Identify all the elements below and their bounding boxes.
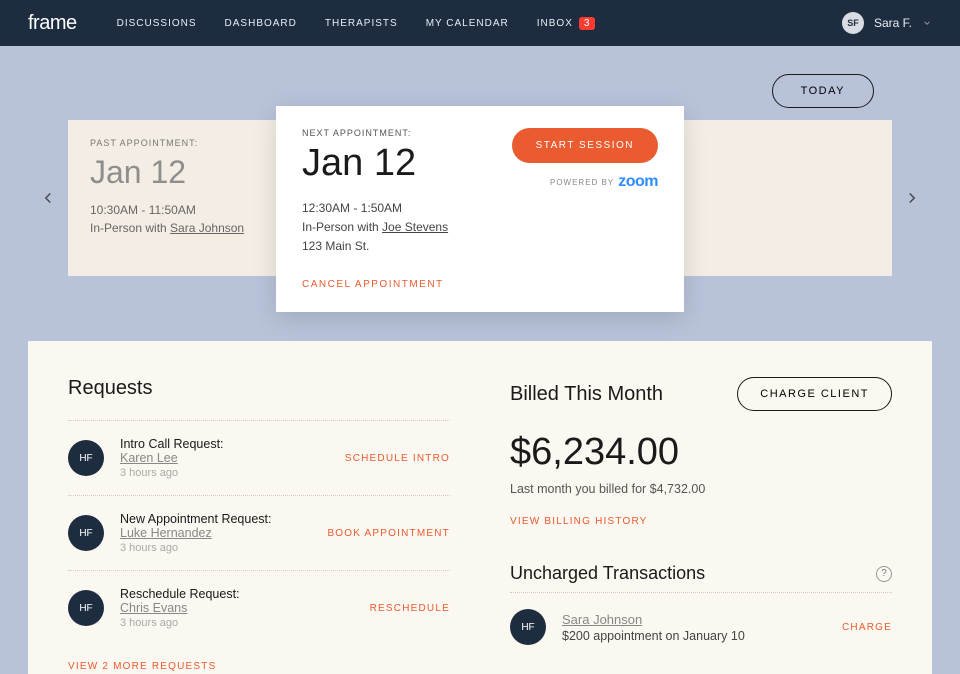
charge-client-button[interactable]: CHARGE CLIENT [737, 377, 892, 411]
schedule-intro-button[interactable]: SCHEDULE INTRO [345, 453, 450, 464]
card-client[interactable]: Joe Stevens [382, 220, 448, 234]
charge-button[interactable]: CHARGE [842, 622, 892, 633]
today-button[interactable]: TODAY [772, 74, 874, 108]
nav-item-inbox[interactable]: INBOX 3 [537, 17, 596, 30]
card-address: 123 Main St. [302, 237, 512, 256]
request-type: Intro Call Request: [120, 437, 345, 451]
card-mode: In-Person with [302, 220, 382, 234]
request-type: New Appointment Request: [120, 512, 327, 526]
chevron-down-icon [922, 18, 932, 28]
inbox-badge: 3 [579, 17, 596, 30]
billed-amount: $6,234.00 [510, 431, 892, 474]
carousel-prev-button[interactable] [28, 189, 68, 207]
card-date: Jan 12 [302, 142, 512, 185]
request-client[interactable]: Karen Lee [120, 451, 345, 465]
chevron-right-icon [903, 189, 921, 207]
transaction-item: HF Sara Johnson $200 appointment on Janu… [510, 592, 892, 661]
card-meta: 12:30AM - 1:50AM In-Person with Joe Stev… [302, 199, 512, 257]
transaction-client[interactable]: Sara Johnson [562, 612, 842, 627]
section-title: Billed This Month [510, 383, 663, 406]
request-type: Reschedule Request: [120, 587, 370, 601]
request-client[interactable]: Chris Evans [120, 601, 370, 615]
nav-item-calendar[interactable]: MY CALENDAR [426, 17, 509, 30]
card-client[interactable]: Sara Johnson [170, 221, 244, 235]
request-time: 3 hours ago [120, 617, 370, 629]
nav-item-discussions[interactable]: DISCUSSIONS [117, 17, 197, 30]
uncharged-title: Uncharged Transactions [510, 563, 705, 584]
card-label: NEXT APPOINTMENT: [302, 128, 512, 138]
avatar: HF [510, 609, 546, 645]
chevron-left-icon [39, 189, 57, 207]
request-item: HF Intro Call Request: Karen Lee 3 hours… [68, 420, 450, 495]
appointments-carousel-section: TODAY PAST APPOINTMENT: Jan 12 10:30AM -… [0, 46, 960, 331]
billing-section: Billed This Month CHARGE CLIENT $6,234.0… [510, 377, 892, 674]
help-icon[interactable]: ? [876, 566, 892, 582]
avatar: SF [842, 12, 864, 34]
cancel-appointment-link[interactable]: CANCEL APPOINTMENT [302, 279, 658, 290]
carousel-next-button[interactable] [892, 189, 932, 207]
user-name: Sara F. [874, 16, 912, 30]
billed-compare: Last month you billed for $4,732.00 [510, 482, 892, 496]
start-session-button[interactable]: START SESSION [512, 128, 658, 163]
dashboard-panel: Requests HF Intro Call Request: Karen Le… [28, 341, 932, 674]
reschedule-button[interactable]: RESCHEDULE [370, 603, 450, 614]
requests-section: Requests HF Intro Call Request: Karen Le… [68, 377, 450, 674]
next-appointment-card: NEXT APPOINTMENT: Jan 12 12:30AM - 1:50A… [276, 106, 684, 312]
powered-by: POWERED BY zoom [512, 173, 658, 191]
view-billing-history-link[interactable]: VIEW BILLING HISTORY [510, 516, 648, 527]
request-time: 3 hours ago [120, 467, 345, 479]
powered-label: POWERED BY [550, 178, 614, 187]
card-time: 12:30AM - 1:50AM [302, 199, 512, 218]
requests-list: HF Intro Call Request: Karen Lee 3 hours… [68, 420, 450, 645]
request-item: HF New Appointment Request: Luke Hernand… [68, 495, 450, 570]
card-mode: In-Person with [90, 221, 170, 235]
nav-links: DISCUSSIONS DASHBOARD THERAPISTS MY CALE… [117, 17, 596, 30]
avatar: HF [68, 440, 104, 476]
nav-item-dashboard[interactable]: DASHBOARD [225, 17, 297, 30]
user-menu[interactable]: SF Sara F. [842, 12, 932, 34]
book-appointment-button[interactable]: BOOK APPOINTMENT [327, 528, 450, 539]
view-more-requests-link[interactable]: VIEW 2 MORE REQUESTS [68, 661, 216, 672]
request-client[interactable]: Luke Hernandez [120, 526, 327, 540]
nav-item-therapists[interactable]: THERAPISTS [325, 17, 398, 30]
section-title: Requests [68, 377, 153, 400]
inbox-label: INBOX [537, 18, 573, 29]
appointment-cards: PAST APPOINTMENT: Jan 12 10:30AM - 11:50… [68, 120, 892, 276]
avatar: HF [68, 590, 104, 626]
navbar: frame DISCUSSIONS DASHBOARD THERAPISTS M… [0, 0, 960, 46]
request-item: HF Reschedule Request: Chris Evans 3 hou… [68, 570, 450, 645]
request-time: 3 hours ago [120, 542, 327, 554]
logo[interactable]: frame [28, 12, 77, 35]
avatar: HF [68, 515, 104, 551]
transaction-desc: $200 appointment on January 10 [562, 629, 842, 643]
zoom-logo-icon: zoom [618, 173, 658, 191]
